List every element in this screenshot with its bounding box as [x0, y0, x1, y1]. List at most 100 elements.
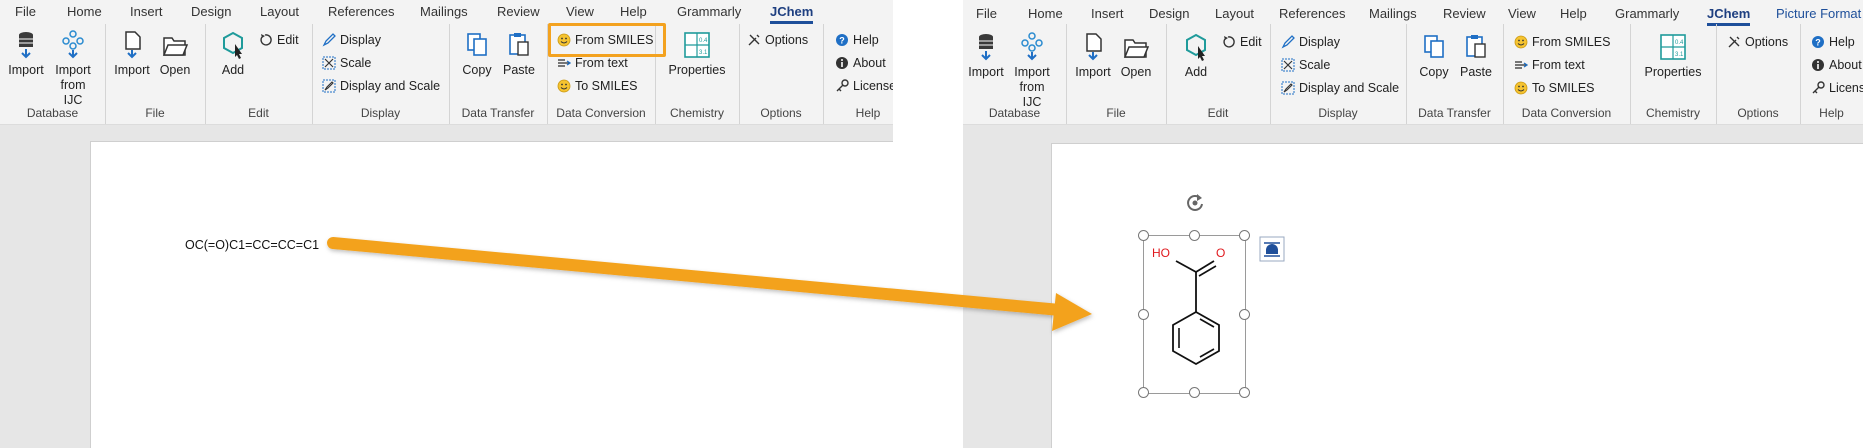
database-import-button[interactable]: Import	[8, 30, 44, 78]
edit-button[interactable]: Edit	[1222, 32, 1262, 52]
database-icon	[979, 34, 993, 61]
layout-options-icon[interactable]	[1259, 236, 1285, 262]
smiles-string[interactable]: OC(=O)C1=CC=CC=C1	[185, 238, 319, 252]
tab-file[interactable]: File	[976, 6, 997, 21]
import-from-ijc-button[interactable]: Import from IJC	[1009, 32, 1055, 110]
licenses-label: Licenses	[853, 79, 893, 93]
tab-references[interactable]: References	[328, 4, 394, 19]
import-from-ijc-button[interactable]: Import from IJC	[50, 30, 96, 108]
tab-file[interactable]: File	[15, 4, 36, 19]
display-button[interactable]: Display	[322, 30, 381, 50]
ribbon-tabs: File Home Insert Design Layout Reference…	[963, 0, 1863, 26]
database-import-button[interactable]: Import	[968, 32, 1004, 80]
add-button[interactable]: Add	[1178, 32, 1214, 80]
resize-handle-e[interactable]	[1239, 309, 1250, 320]
group-help: ? Help About Licenses Help	[1800, 24, 1863, 124]
file-open-button[interactable]: Open	[1118, 32, 1154, 80]
options-button[interactable]: Options	[1727, 32, 1788, 52]
tab-review[interactable]: Review	[497, 4, 540, 19]
tab-jchem[interactable]: JChem	[1707, 6, 1751, 26]
resize-handle-s[interactable]	[1189, 387, 1200, 398]
scale-icon	[322, 56, 336, 70]
tab-design[interactable]: Design	[1149, 6, 1189, 21]
copy-button[interactable]: Copy	[1416, 32, 1452, 80]
document-page[interactable]: OC(=O)C1=CC=CC=C1	[90, 141, 893, 448]
rotate-handle-icon[interactable]	[1184, 192, 1206, 214]
display-scale-icon	[322, 79, 336, 93]
tab-view[interactable]: View	[1508, 6, 1536, 21]
import-ijc-line1: Import	[1014, 65, 1050, 79]
tab-layout[interactable]: Layout	[260, 4, 299, 19]
tab-mailings[interactable]: Mailings	[420, 4, 468, 19]
to-smiles-button[interactable]: To SMILES	[1514, 78, 1595, 98]
licenses-button[interactable]: Licenses	[1811, 78, 1863, 98]
file-import-button[interactable]: Import	[1074, 32, 1112, 80]
options-button[interactable]: Options	[747, 30, 808, 50]
properties-button[interactable]: 0.4 3.1 Properties	[660, 30, 734, 78]
document-page[interactable]: HO O	[1051, 143, 1863, 448]
group-database: Import Import from IJC Database	[963, 24, 1067, 124]
licenses-button[interactable]: Licenses	[835, 76, 893, 96]
file-open-button[interactable]: Open	[157, 30, 193, 78]
tab-mailings[interactable]: Mailings	[1369, 6, 1417, 21]
display-and-scale-button[interactable]: Display and Scale	[322, 76, 440, 96]
help-button[interactable]: ? Help	[1811, 32, 1855, 52]
resize-handle-ne[interactable]	[1239, 230, 1250, 241]
group-label-data-transfer: Data Transfer	[461, 106, 535, 120]
from-text-icon	[558, 59, 571, 67]
tab-insert[interactable]: Insert	[130, 4, 163, 19]
file-import-label: Import	[114, 63, 150, 77]
group-label-display: Display	[360, 106, 401, 120]
tab-jchem[interactable]: JChem	[770, 4, 814, 24]
help-icon: ?	[836, 34, 848, 46]
copy-label: Copy	[462, 63, 492, 77]
from-text-icon	[1515, 61, 1528, 69]
options-label: Options	[765, 33, 809, 47]
display-and-scale-button[interactable]: Display and Scale	[1281, 78, 1399, 98]
properties-button[interactable]: 0.4 3.1 Properties	[1636, 32, 1710, 80]
from-smiles-button[interactable]: From SMILES	[1514, 32, 1611, 52]
from-text-button[interactable]: From text	[1514, 55, 1585, 75]
tab-help[interactable]: Help	[1560, 6, 1587, 21]
group-label-database: Database	[26, 106, 79, 120]
tab-help[interactable]: Help	[620, 4, 647, 19]
resize-handle-nw[interactable]	[1138, 230, 1149, 241]
add-button[interactable]: Add	[215, 30, 251, 78]
copy-button[interactable]: Copy	[459, 30, 495, 78]
tab-grammarly[interactable]: Grammarly	[1615, 6, 1679, 21]
paste-label: Paste	[1460, 65, 1492, 79]
molecule-picture[interactable]: HO O	[1138, 194, 1250, 398]
scale-button[interactable]: Scale	[322, 53, 371, 73]
about-button[interactable]: About	[1811, 55, 1862, 75]
file-open-label: Open	[159, 63, 191, 77]
smiles-smiley-icon	[557, 79, 571, 93]
resize-handle-sw[interactable]	[1138, 387, 1149, 398]
display-icon	[322, 33, 336, 47]
about-icon	[836, 57, 848, 69]
tab-design[interactable]: Design	[191, 4, 231, 19]
display-button[interactable]: Display	[1281, 32, 1340, 52]
open-folder-icon	[1123, 39, 1150, 58]
help-button[interactable]: ? Help	[835, 30, 879, 50]
about-button[interactable]: About	[835, 53, 886, 73]
tab-insert[interactable]: Insert	[1091, 6, 1124, 21]
tab-review[interactable]: Review	[1443, 6, 1486, 21]
tab-view[interactable]: View	[566, 4, 594, 19]
tab-picture-format[interactable]: Picture Format	[1776, 6, 1861, 21]
tab-home[interactable]: Home	[1028, 6, 1063, 21]
tab-grammarly[interactable]: Grammarly	[677, 4, 741, 19]
resize-handle-se[interactable]	[1239, 387, 1250, 398]
paste-button[interactable]: Paste	[1458, 32, 1494, 80]
edit-button[interactable]: Edit	[259, 30, 299, 50]
to-smiles-button[interactable]: To SMILES	[557, 76, 638, 96]
tab-references[interactable]: References	[1279, 6, 1345, 21]
tab-home[interactable]: Home	[67, 4, 102, 19]
options-icon	[1728, 36, 1740, 48]
file-import-button[interactable]: Import	[113, 30, 151, 78]
scale-button[interactable]: Scale	[1281, 55, 1330, 75]
tab-layout[interactable]: Layout	[1215, 6, 1254, 21]
svg-text:?: ?	[1815, 38, 1821, 48]
resize-handle-w[interactable]	[1138, 309, 1149, 320]
resize-handle-n[interactable]	[1189, 230, 1200, 241]
paste-button[interactable]: Paste	[501, 30, 537, 78]
